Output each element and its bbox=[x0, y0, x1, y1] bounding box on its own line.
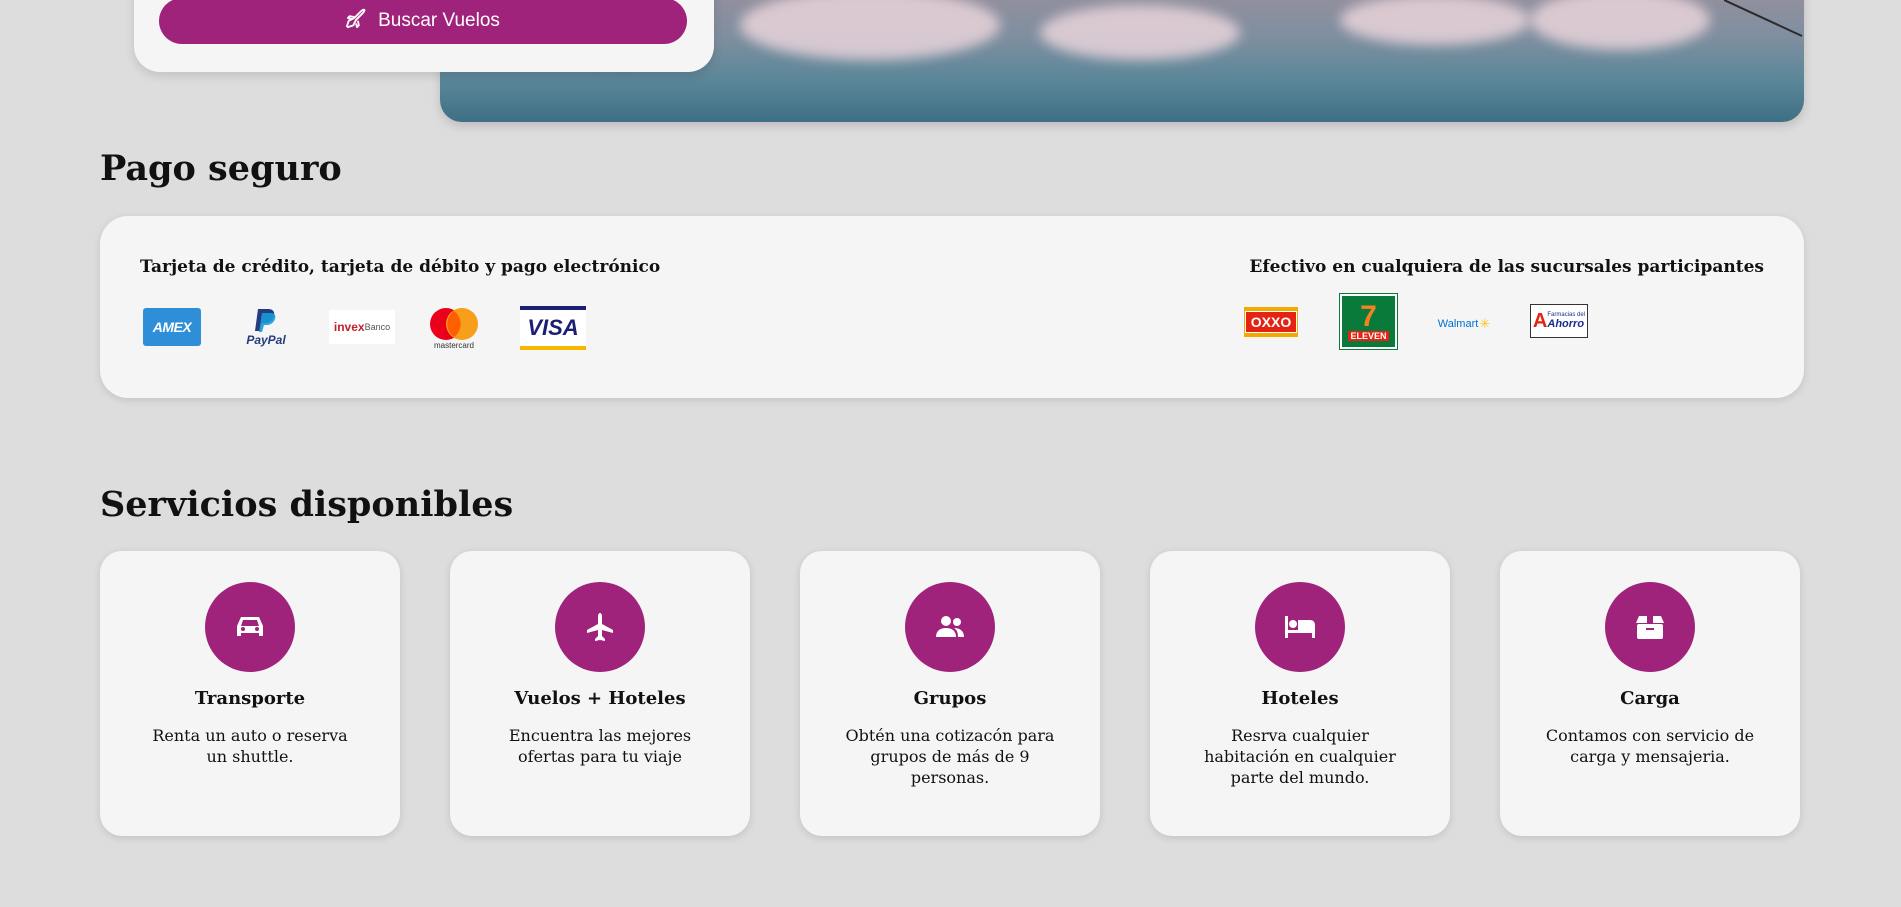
service-description: Renta un auto o reserva un shuttle. bbox=[152, 726, 348, 766]
plane-icon bbox=[587, 613, 613, 641]
paypal-logo: PayPal bbox=[240, 304, 292, 350]
service-card-transporte[interactable]: Transporte Renta un auto o reserva un sh… bbox=[100, 551, 400, 836]
oxxo-logo: OXXO bbox=[1244, 307, 1298, 337]
services-heading: Servicios disponibles bbox=[100, 484, 514, 525]
search-card: Buscar Vuelos bbox=[134, 0, 714, 72]
service-title: Vuelos + Hoteles bbox=[514, 688, 686, 709]
electronic-payment-label: Tarjeta de crédito, tarjeta de débito y … bbox=[140, 257, 661, 277]
service-title: Hoteles bbox=[1261, 688, 1339, 709]
mastercard-logo: mastercard bbox=[426, 304, 482, 352]
service-title: Transporte bbox=[194, 688, 306, 709]
visa-logo: VISA bbox=[520, 306, 586, 350]
payment-heading: Pago seguro bbox=[100, 148, 342, 189]
search-flights-label: Buscar Vuelos bbox=[378, 10, 500, 31]
service-card-carga[interactable]: Carga Contamos con servicio de carga y m… bbox=[1500, 551, 1800, 836]
users-icon bbox=[936, 616, 964, 637]
service-description: Obtén una cotizacón para grupos de más d… bbox=[845, 726, 1055, 787]
car-icon bbox=[237, 617, 263, 636]
airplane-icon bbox=[346, 7, 368, 35]
service-card-grupos[interactable]: Grupos Obtén una cotizacón para grupos d… bbox=[800, 551, 1100, 836]
box-icon bbox=[1636, 615, 1664, 639]
service-description: Resrva cualquier habitación en cualquier… bbox=[1204, 726, 1396, 787]
service-card-hoteles[interactable]: Hoteles Resrva cualquier habitación en c… bbox=[1150, 551, 1450, 836]
amex-logo: AMEX bbox=[143, 308, 201, 346]
service-card-vuelos-hoteles[interactable]: Vuelos + Hoteles Encuentra las mejores o… bbox=[450, 551, 750, 836]
walmart-logo: Walmart ✳ bbox=[1437, 316, 1491, 332]
services-list: Transporte Renta un auto o reserva un sh… bbox=[100, 551, 1804, 836]
mastercard-icon bbox=[430, 307, 478, 340]
service-description: Contamos con servicio de carga y mensaje… bbox=[1545, 726, 1755, 766]
seven-eleven-logo: 7 ELEVEN bbox=[1339, 293, 1398, 350]
walmart-spark-icon: ✳ bbox=[1479, 316, 1491, 332]
payment-card: Tarjeta de crédito, tarjeta de débito y … bbox=[100, 216, 1804, 398]
wing-tip bbox=[1724, 0, 1803, 37]
service-description: Encuentra las mejores ofertas para tu vi… bbox=[508, 726, 692, 766]
bed-icon bbox=[1285, 616, 1315, 638]
search-flights-button[interactable]: Buscar Vuelos bbox=[159, 0, 687, 44]
cash-payment-label: Efectivo en cualquiera de las sucursales… bbox=[1249, 257, 1764, 277]
farmacias-ahorro-logo: A Farmacias del Ahorro bbox=[1530, 304, 1588, 338]
service-title: Grupos bbox=[913, 688, 987, 709]
service-title: Carga bbox=[1620, 688, 1680, 709]
invex-logo: invex Banco bbox=[329, 310, 395, 344]
paypal-icon bbox=[255, 309, 276, 332]
